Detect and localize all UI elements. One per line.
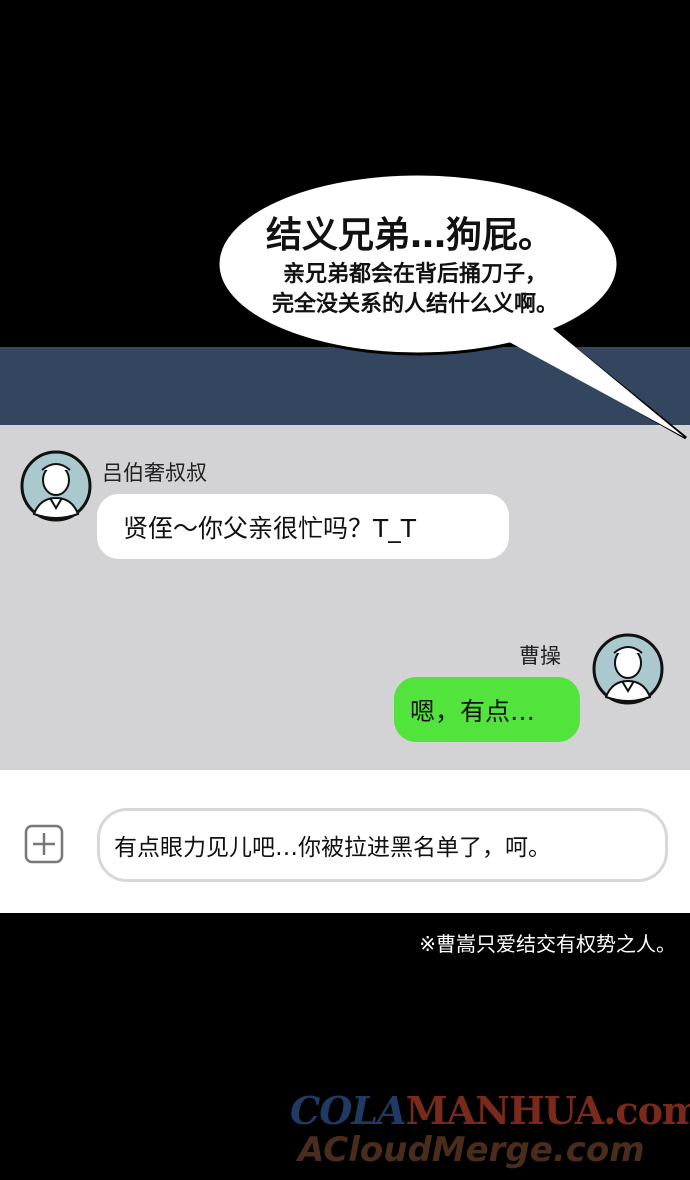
message-bubble-received[interactable]: 贤侄～你父亲很忙吗？T_T [97,494,509,559]
footnote: ※曹嵩只爱结交有权势之人。 [419,932,676,956]
avatar[interactable] [592,633,664,705]
speech-line-1: 亲兄弟都会在背后捅刀子， [282,262,547,287]
speech-line-2: 完全没关系的人结什么义啊。 [271,292,558,317]
watermark-line-2: ACloudMerge.com [298,1130,645,1170]
sender-name: 吕伯奢叔叔 [102,461,207,485]
watermark: COLAMANHUA.com ACloudMerge.com [290,1088,690,1178]
avatar[interactable] [20,450,92,522]
sender-name: 曹操 [519,644,561,668]
watermark-part-1: COLA [290,1088,407,1133]
message-input[interactable]: 有点眼力见儿吧…你被拉进黑名单了，呵。 [97,808,668,882]
plus-square-icon[interactable] [24,824,64,864]
message-bubble-sent[interactable]: 嗯，有点… [394,677,580,742]
watermark-part-2: MANHUA.com [405,1088,690,1133]
watermark-line-1: COLAMANHUA.com [290,1088,690,1133]
speech-title: 结义兄弟…狗屁。 [265,215,554,256]
